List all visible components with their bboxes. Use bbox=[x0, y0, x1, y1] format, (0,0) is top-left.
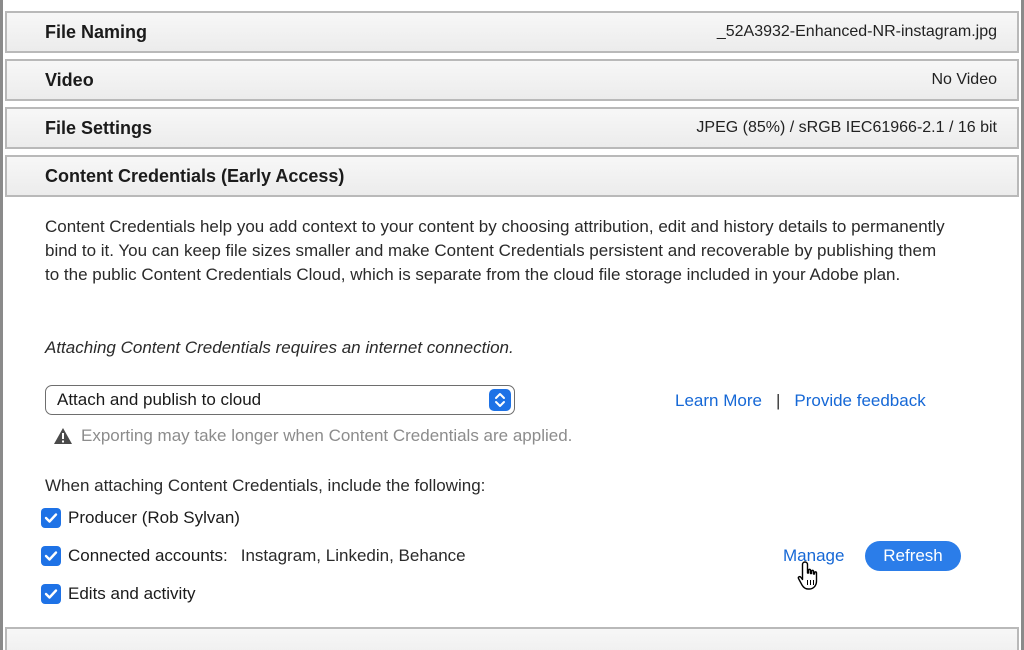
section-summary: JPEG (85%) / sRGB IEC61966-2.1 / 16 bit bbox=[696, 119, 997, 136]
include-label: When attaching Content Credentials, incl… bbox=[45, 476, 486, 495]
checkmark-icon bbox=[44, 513, 58, 523]
section-summary: No Video bbox=[931, 71, 997, 88]
producer-checkbox-row[interactable]: Producer (Rob Sylvan) bbox=[41, 508, 240, 528]
section-file-naming[interactable]: File Naming _52A3932-Enhanced-NR-instagr… bbox=[5, 11, 1019, 53]
section-title: File Naming bbox=[45, 21, 148, 42]
edits-label: Edits and activity bbox=[68, 584, 196, 603]
section-image-sizing[interactable] bbox=[5, 627, 1019, 650]
link-separator: | bbox=[775, 391, 781, 410]
section-video[interactable]: Video No Video bbox=[5, 59, 1019, 101]
credentials-mode-select[interactable]: Attach and publish to cloud bbox=[45, 385, 515, 415]
internet-connection-note: Attaching Content Credentials requires a… bbox=[45, 338, 514, 357]
producer-label: Producer (Rob Sylvan) bbox=[68, 508, 240, 527]
section-title: File Settings bbox=[45, 117, 153, 138]
connected-accounts-value: Instagram, Linkedin, Behance bbox=[240, 546, 466, 565]
producer-checkbox[interactable] bbox=[41, 508, 61, 528]
connected-accounts-label: Connected accounts: bbox=[68, 546, 228, 565]
section-summary: _52A3932-Enhanced-NR-instagram.jpg bbox=[716, 23, 997, 40]
select-value: Attach and publish to cloud bbox=[57, 390, 262, 409]
checkmark-icon bbox=[44, 551, 58, 561]
content-credentials-panel: Content Credentials help you add context… bbox=[5, 198, 1019, 626]
warning-icon bbox=[54, 428, 72, 444]
export-warning: Exporting may take longer when Content C… bbox=[53, 426, 572, 446]
learn-more-link[interactable]: Learn More bbox=[675, 391, 762, 411]
checkmark-icon bbox=[44, 589, 58, 599]
hand-pointer-icon bbox=[797, 561, 818, 590]
section-title: Content Credentials (Early Access) bbox=[45, 165, 345, 186]
section-content-credentials[interactable]: Content Credentials (Early Access) bbox=[5, 155, 1019, 197]
refresh-button[interactable]: Refresh bbox=[865, 541, 961, 571]
provide-feedback-link[interactable]: Provide feedback bbox=[794, 391, 925, 411]
chevron-updown-icon bbox=[489, 389, 511, 411]
edits-checkbox-row[interactable]: Edits and activity bbox=[41, 584, 196, 604]
section-file-settings[interactable]: File Settings JPEG (85%) / sRGB IEC61966… bbox=[5, 107, 1019, 149]
edits-checkbox[interactable] bbox=[41, 584, 61, 604]
connected-accounts-checkbox-row[interactable]: Connected accounts: Instagram, Linkedin,… bbox=[41, 546, 466, 566]
warning-text: Exporting may take longer when Content C… bbox=[81, 426, 573, 445]
content-credentials-description: Content Credentials help you add context… bbox=[45, 217, 945, 284]
help-links: Learn More | Provide feedback bbox=[675, 391, 926, 411]
connected-accounts-checkbox[interactable] bbox=[41, 546, 61, 566]
section-title: Video bbox=[45, 69, 94, 90]
